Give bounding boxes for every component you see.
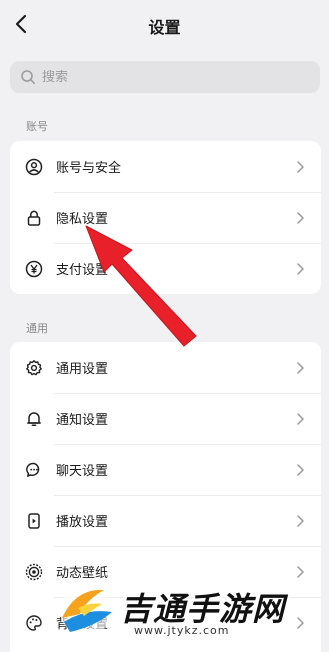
chevron-right-icon bbox=[295, 211, 305, 225]
settings-item-label: 账号与安全 bbox=[56, 161, 122, 176]
header: 设置 bbox=[0, 0, 329, 52]
settings-item-label: 通用设置 bbox=[56, 362, 109, 377]
bell-icon bbox=[24, 409, 44, 429]
settings-item-label: 支付设置 bbox=[56, 263, 109, 278]
chevron-right-icon bbox=[295, 412, 305, 426]
user-circle-icon bbox=[24, 157, 44, 177]
settings-item-chat[interactable]: 聊天设置 bbox=[10, 444, 321, 495]
watermark-logo bbox=[60, 584, 112, 636]
chevron-right-icon bbox=[295, 160, 305, 174]
play-device-icon bbox=[24, 511, 44, 531]
chevron-right-icon bbox=[295, 361, 305, 375]
section-label-account: 账号 bbox=[26, 120, 48, 133]
section-label-general: 通用 bbox=[26, 322, 48, 335]
search-icon bbox=[20, 69, 36, 85]
settings-item-notification[interactable]: 通知设置 bbox=[10, 393, 321, 444]
watermark: 吉通手游网 www.jtykz.com bbox=[56, 576, 326, 648]
chevron-right-icon bbox=[295, 262, 305, 276]
settings-item-payment[interactable]: 支付设置 bbox=[10, 243, 321, 294]
gear-icon bbox=[24, 358, 44, 378]
settings-item-label: 聊天设置 bbox=[56, 464, 109, 479]
settings-item-privacy[interactable]: 隐私设置 bbox=[10, 192, 321, 243]
search-input[interactable] bbox=[42, 69, 292, 85]
settings-item-playback[interactable]: 播放设置 bbox=[10, 495, 321, 546]
settings-item-label: 播放设置 bbox=[56, 515, 109, 530]
account-card: 账号与安全 隐私设置 支付设置 bbox=[10, 141, 321, 294]
lock-icon bbox=[24, 208, 44, 228]
settings-item-label: 隐私设置 bbox=[56, 212, 109, 227]
settings-item-label: 通知设置 bbox=[56, 413, 109, 428]
wallpaper-icon bbox=[24, 562, 44, 582]
palette-icon bbox=[24, 613, 44, 633]
page-title: 设置 bbox=[148, 18, 181, 37]
search-bar[interactable] bbox=[10, 61, 320, 93]
watermark-url: www.jtykz.com bbox=[134, 624, 230, 637]
settings-item-account-security[interactable]: 账号与安全 bbox=[10, 141, 321, 192]
settings-item-general[interactable]: 通用设置 bbox=[10, 342, 321, 393]
chevron-right-icon bbox=[295, 463, 305, 477]
chat-bubble-icon bbox=[24, 460, 44, 480]
yen-circle-icon bbox=[24, 259, 44, 279]
chevron-right-icon bbox=[295, 514, 305, 528]
